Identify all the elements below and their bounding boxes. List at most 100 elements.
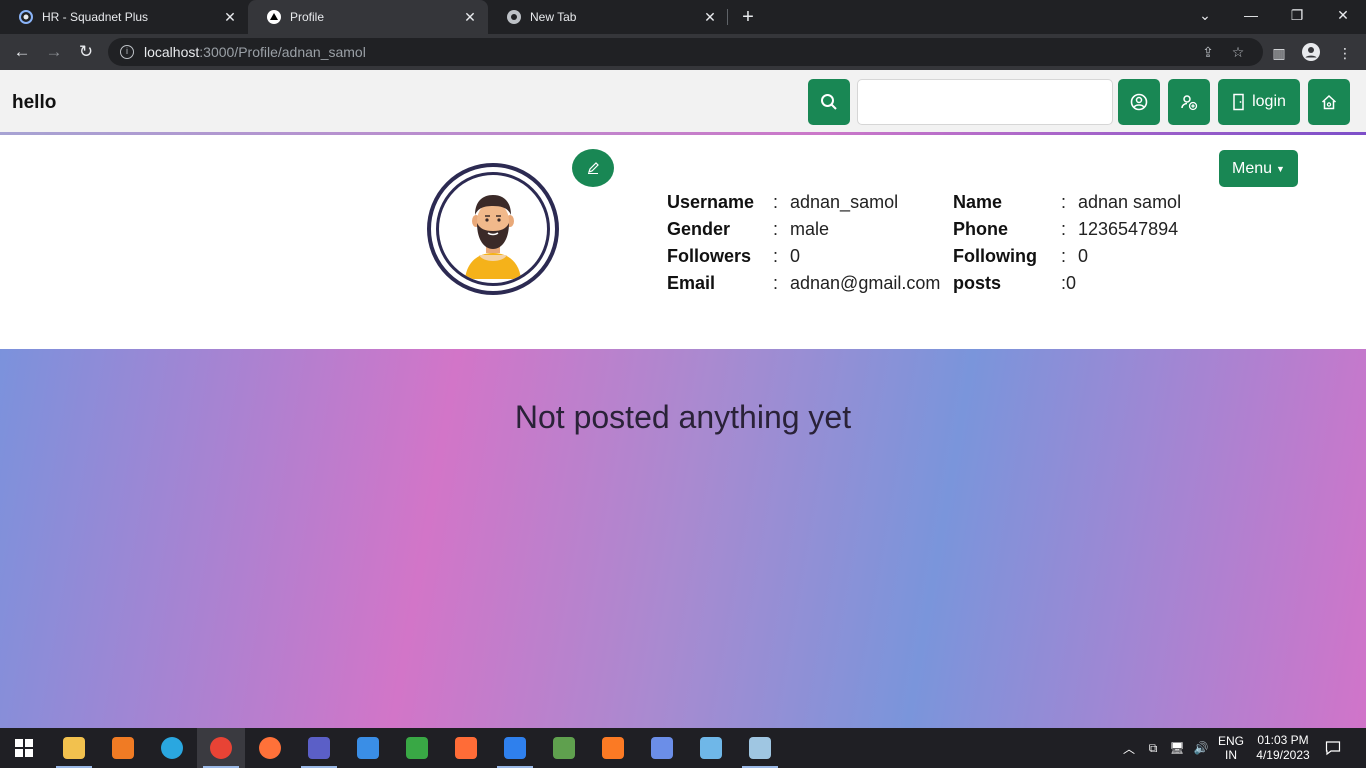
pencil-icon xyxy=(588,162,599,174)
gender-label: Gender xyxy=(667,219,731,239)
phone-value: 1236547894 xyxy=(1078,219,1179,239)
taskbar-app-node[interactable] xyxy=(540,728,588,768)
close-tab-icon[interactable]: ✕ xyxy=(462,9,478,25)
browser-toolbar: ← → ↻ i localhost:3000/Profile/adnan_sam… xyxy=(0,34,1366,70)
bolt-app-icon xyxy=(700,737,722,759)
following-value: 0 xyxy=(1078,246,1089,266)
following-label: Following xyxy=(953,246,1037,266)
taskbar-app-firefox[interactable] xyxy=(246,728,294,768)
language-indicator[interactable]: ENG IN xyxy=(1214,728,1248,768)
gender-colon: : xyxy=(773,219,779,239)
email-value: adnan@gmail.com xyxy=(790,273,941,293)
door-icon xyxy=(1233,93,1244,111)
new-tab-plus-icon[interactable]: + xyxy=(738,7,758,27)
tab-title: New Tab xyxy=(530,10,577,24)
bearded-man-avatar-icon xyxy=(465,195,521,279)
user-circle-icon xyxy=(1130,93,1148,111)
followers-colon: : xyxy=(773,246,779,266)
bookmark-star-icon[interactable]: ☆ xyxy=(1228,42,1248,62)
followers-value: 0 xyxy=(790,246,801,266)
close-tab-icon[interactable]: ✕ xyxy=(702,9,718,25)
search-input[interactable] xyxy=(857,79,1113,125)
clock-date: 4/19/2023 xyxy=(1256,748,1310,762)
notifications-icon[interactable] xyxy=(1322,728,1344,768)
clock[interactable]: 01:03 PM 4/19/2023 xyxy=(1250,728,1316,768)
forward-arrow-icon[interactable]: → xyxy=(42,40,66,64)
login-label: login xyxy=(1252,93,1286,110)
taskbar-app-xampp[interactable] xyxy=(589,728,637,768)
taskbar-app-file-explorer[interactable] xyxy=(50,728,98,768)
add-user-button[interactable] xyxy=(1168,79,1210,125)
browser-tab-strip: HR - Squadnet Plus ✕ Profile ✕ New Tab ✕… xyxy=(0,0,1366,34)
network-icon[interactable]: 🖥 xyxy=(1166,728,1188,768)
tray-chevron-up-icon[interactable]: ︿ xyxy=(1118,728,1140,768)
taskbar-app-app-n[interactable] xyxy=(99,728,147,768)
site-info-icon[interactable]: i xyxy=(120,45,134,59)
windows-taskbar: ︿ ⧉ 🖥 🔊 ENG IN 01:03 PM 4/19/2023 xyxy=(0,728,1366,768)
address-bar[interactable]: i localhost:3000/Profile/adnan_samol ⇪ ☆ xyxy=(108,38,1263,66)
taskbar-app-edge[interactable] xyxy=(148,728,196,768)
tab-hr-squadnet[interactable]: HR - Squadnet Plus ✕ xyxy=(0,0,248,34)
url-host: localhost xyxy=(144,44,200,60)
close-tab-icon[interactable]: ✕ xyxy=(222,9,238,25)
taskbar-app-postman[interactable] xyxy=(442,728,490,768)
email-colon: : xyxy=(773,273,779,293)
lang-bottom: IN xyxy=(1225,748,1237,762)
profile-button[interactable] xyxy=(1118,79,1160,125)
back-arrow-icon[interactable]: ← xyxy=(10,40,34,64)
search-button[interactable] xyxy=(808,79,850,125)
more-menu-icon[interactable]: ⋮ xyxy=(1334,42,1356,64)
restore-icon[interactable]: ❐ xyxy=(1274,0,1320,30)
postman-icon xyxy=(455,737,477,759)
taskbar-app-vscode[interactable] xyxy=(491,728,539,768)
name-colon: : xyxy=(1061,192,1067,212)
start-button[interactable] xyxy=(0,728,48,768)
taskbar-app-notes-app[interactable] xyxy=(736,728,784,768)
brand-title[interactable]: hello xyxy=(12,92,56,114)
home-button[interactable] xyxy=(1308,79,1350,125)
mail-icon xyxy=(357,737,379,759)
file-explorer-icon xyxy=(63,737,85,759)
taskbar-app-teams[interactable] xyxy=(295,728,343,768)
username-label: Username xyxy=(667,192,755,212)
volume-icon[interactable]: 🔊 xyxy=(1190,728,1212,768)
taskbar-app-network-tool[interactable] xyxy=(638,728,686,768)
notes-app-icon xyxy=(749,737,771,759)
email-label: Email xyxy=(667,273,716,293)
name-label: Name xyxy=(953,192,1003,212)
posts-area: Not posted anything yet xyxy=(0,349,1366,728)
taskbar-app-bolt-app[interactable] xyxy=(687,728,735,768)
squadnet-favicon-icon xyxy=(18,9,34,25)
side-panel-icon[interactable]: ▥ xyxy=(1268,42,1290,64)
meet-now-icon[interactable]: ⧉ xyxy=(1142,728,1164,768)
tab-new-tab[interactable]: New Tab ✕ xyxy=(488,0,728,34)
caret-down-icon: ▼ xyxy=(1276,163,1285,174)
tab-profile[interactable]: Profile ✕ xyxy=(248,0,488,34)
phone-colon: : xyxy=(1061,219,1067,239)
share-icon[interactable]: ⇪ xyxy=(1198,42,1218,62)
login-button[interactable]: login xyxy=(1218,79,1300,125)
menu-dropdown-button[interactable]: Menu ▼ xyxy=(1219,150,1298,187)
minimize-icon[interactable]: — xyxy=(1228,0,1274,30)
url-path: :3000/Profile/adnan_samol xyxy=(199,44,366,60)
reload-icon[interactable]: ↻ xyxy=(74,40,98,64)
edit-profile-button[interactable] xyxy=(572,149,614,187)
teams-icon xyxy=(308,737,330,759)
chrome-icon xyxy=(210,737,232,759)
xampp-icon xyxy=(602,737,624,759)
taskbar-app-mail[interactable] xyxy=(344,728,392,768)
phone-label: Phone xyxy=(953,219,1009,239)
tab-search-chevron-icon[interactable]: ⌄ xyxy=(1182,0,1228,30)
gender-value: male xyxy=(790,219,830,239)
app-n-icon xyxy=(112,737,134,759)
profile-avatar-icon[interactable] xyxy=(1300,42,1322,64)
house-gear-icon xyxy=(1321,94,1337,110)
taskbar-app-chrome[interactable] xyxy=(197,728,245,768)
taskbar-app-sheet[interactable] xyxy=(393,728,441,768)
empty-posts-message: Not posted anything yet xyxy=(514,399,852,435)
node-icon xyxy=(553,737,575,759)
close-window-icon[interactable]: ✕ xyxy=(1320,0,1366,30)
search-icon xyxy=(821,94,837,110)
avatar xyxy=(427,163,559,295)
user-plus-icon xyxy=(1181,95,1198,111)
